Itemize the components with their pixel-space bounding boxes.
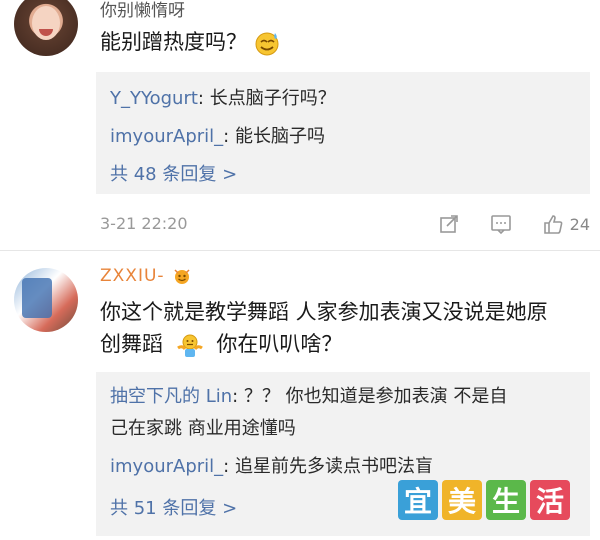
comment-actions: 24	[438, 210, 590, 238]
reply-text: : 追星前先多读点书吧法盲	[223, 456, 433, 477]
comment-timestamp: 3-21 22:20	[100, 214, 188, 233]
like-count: 24	[569, 214, 590, 234]
comment-item: 你别懒惰呀 能别蹭热度吗？ Y_YYogurt: 长点脑子行吗？ imyourA…	[0, 0, 600, 260]
comment-text: 能别蹭热度吗？	[100, 26, 281, 58]
comment-text-line: 创舞蹈 你在叭叭啥？	[100, 328, 548, 360]
watermark-logo: 宜 美 生 活	[398, 480, 570, 520]
reply-username[interactable]: imyourApril_	[110, 456, 223, 477]
reply-text: : ？？ 你也知道是参加表演 不是自	[232, 386, 508, 407]
comment-text-line: 你这个就是教学舞蹈 人家参加表演又没说是她原	[100, 300, 548, 324]
share-icon	[439, 215, 458, 233]
comment-username[interactable]: 你别懒惰呀	[100, 0, 185, 21]
share-button[interactable]	[438, 213, 460, 235]
comment-icon	[490, 215, 511, 235]
more-replies-link[interactable]: 共 51 条回复 >	[110, 494, 237, 520]
watermark-char: 宜	[398, 480, 438, 520]
reply-username[interactable]: Y_YYogurt	[110, 88, 198, 109]
reply-line: Y_YYogurt: 长点脑子行吗？	[110, 86, 336, 112]
comment-text-fragment: 创舞蹈	[100, 332, 163, 356]
divider	[0, 250, 600, 251]
reply-line: imyourApril_: 能长脑子吗	[110, 124, 325, 150]
avatar[interactable]	[14, 268, 78, 332]
reply-box: Y_YYogurt: 长点脑子行吗？ imyourApril_: 能长脑子吗 共…	[96, 72, 590, 194]
vip-badge-icon	[174, 269, 190, 284]
reply-username[interactable]: imyourApril_	[110, 126, 223, 147]
comment-text-body: 能别蹭热度吗？	[100, 30, 247, 54]
reply-line: 抽空下凡的 Lin: ？？ 你也知道是参加表演 不是自	[110, 384, 507, 410]
comment-text: 你这个就是教学舞蹈 人家参加表演又没说是她原 创舞蹈 你在叭叭啥？	[100, 296, 548, 360]
username-text: ZXXIU-	[100, 266, 165, 286]
comment-button[interactable]	[490, 213, 512, 235]
like-button[interactable]: 24	[542, 213, 590, 235]
reply-line: 己在家跳 商业用途懂吗	[110, 416, 296, 442]
avatar[interactable]	[14, 0, 78, 56]
sweat-smile-emoji-icon	[255, 32, 279, 56]
like-icon	[543, 215, 563, 234]
watermark-char: 生	[486, 480, 526, 520]
comment-username[interactable]: ZXXIU-	[100, 266, 193, 286]
comment-text-fragment: 你在叭叭啥？	[216, 332, 343, 356]
shrug-emoji-icon	[176, 334, 203, 357]
reply-text: 己在家跳 商业用途懂吗	[110, 418, 296, 439]
more-replies-link[interactable]: 共 48 条回复 >	[110, 160, 237, 186]
watermark-char: 美	[442, 480, 482, 520]
reply-username[interactable]: 抽空下凡的 Lin	[110, 386, 232, 407]
reply-text: : 能长脑子吗	[223, 126, 325, 147]
reply-text: : 长点脑子行吗？	[197, 88, 336, 109]
reply-line: imyourApril_: 追星前先多读点书吧法盲	[110, 454, 433, 480]
watermark-char: 活	[530, 480, 570, 520]
